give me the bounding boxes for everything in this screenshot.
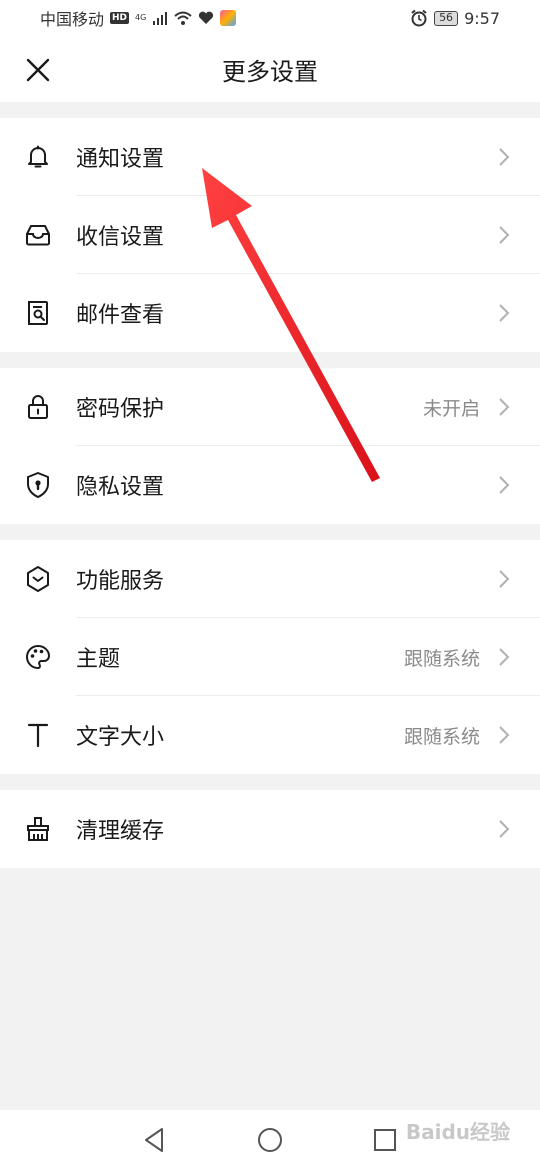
- header: 更多设置: [0, 36, 540, 102]
- privacy-settings-item[interactable]: 隐私设置: [0, 446, 540, 524]
- feature-services-item[interactable]: 功能服务: [0, 540, 540, 618]
- page-title: 更多设置: [222, 58, 318, 86]
- status-right: 56 9:57: [410, 9, 500, 28]
- status-left: 中国移动 HD 4G: [40, 6, 237, 30]
- settings-group-4: 清理缓存: [0, 790, 540, 868]
- bell-icon: [24, 143, 52, 171]
- item-value: 跟随系统: [403, 647, 480, 670]
- battery-indicator: 56: [434, 10, 459, 26]
- home-icon[interactable]: [255, 1125, 285, 1155]
- notification-settings-item[interactable]: 通知设置: [0, 118, 540, 196]
- settings-group-2: 密码保护 未开启 隐私设置: [0, 368, 540, 524]
- item-label: 主题: [76, 647, 121, 672]
- shield-icon: [24, 471, 52, 499]
- item-label: 收信设置: [76, 225, 165, 250]
- lock-icon: [24, 393, 52, 421]
- chevron-right-icon: [499, 648, 510, 666]
- item-label: 清理缓存: [76, 819, 165, 844]
- chevron-right-icon: [499, 570, 510, 588]
- chevron-right-icon: [499, 398, 510, 416]
- alarm-icon: [411, 9, 427, 27]
- service-icon: [24, 565, 52, 593]
- receive-settings-item[interactable]: 收信设置: [0, 196, 540, 274]
- recents-icon[interactable]: [370, 1125, 400, 1155]
- item-label: 隐私设置: [76, 475, 165, 500]
- password-protection-item[interactable]: 密码保护 未开启: [0, 368, 540, 446]
- item-label: 文字大小: [76, 725, 165, 750]
- chevron-right-icon: [499, 148, 510, 166]
- chevron-right-icon: [499, 476, 510, 494]
- settings-group-3: 功能服务 主题 跟随系统 文字大小 跟随系统: [0, 540, 540, 774]
- text-size-item[interactable]: 文字大小 跟随系统: [0, 696, 540, 774]
- mail-view-icon: [24, 299, 52, 327]
- network-type: 4G: [135, 13, 147, 22]
- wifi-icon: [174, 11, 192, 25]
- item-label: 通知设置: [76, 147, 165, 172]
- item-value: 跟随系统: [403, 725, 480, 748]
- signal-icon: [153, 12, 168, 25]
- clock: 9:57: [464, 8, 500, 28]
- broom-icon: [24, 815, 52, 843]
- item-label: 密码保护: [76, 397, 165, 422]
- watermark: Baidu经验: [405, 1120, 510, 1144]
- back-icon[interactable]: [140, 1125, 170, 1155]
- chevron-right-icon: [499, 726, 510, 744]
- chevron-right-icon: [499, 820, 510, 838]
- inbox-icon: [24, 221, 52, 249]
- status-bar: 中国移动 HD 4G 56 9:57: [0, 0, 540, 36]
- carrier-label: 中国移动: [40, 10, 105, 29]
- palette-icon: [24, 643, 52, 671]
- theme-item[interactable]: 主题 跟随系统: [0, 618, 540, 696]
- text-size-icon: [24, 721, 52, 749]
- item-label: 邮件查看: [76, 303, 165, 328]
- health-heart-icon: [199, 11, 214, 24]
- settings-group-1: 通知设置 收信设置 邮件查看: [0, 118, 540, 352]
- item-label: 功能服务: [76, 569, 165, 594]
- chevron-right-icon: [499, 304, 510, 322]
- mail-view-item[interactable]: 邮件查看: [0, 274, 540, 352]
- clear-cache-item[interactable]: 清理缓存: [0, 790, 540, 868]
- item-value: 未开启: [422, 397, 480, 420]
- hd-badge: HD: [110, 12, 130, 24]
- app-notification-icon: [220, 10, 237, 26]
- chevron-right-icon: [499, 226, 510, 244]
